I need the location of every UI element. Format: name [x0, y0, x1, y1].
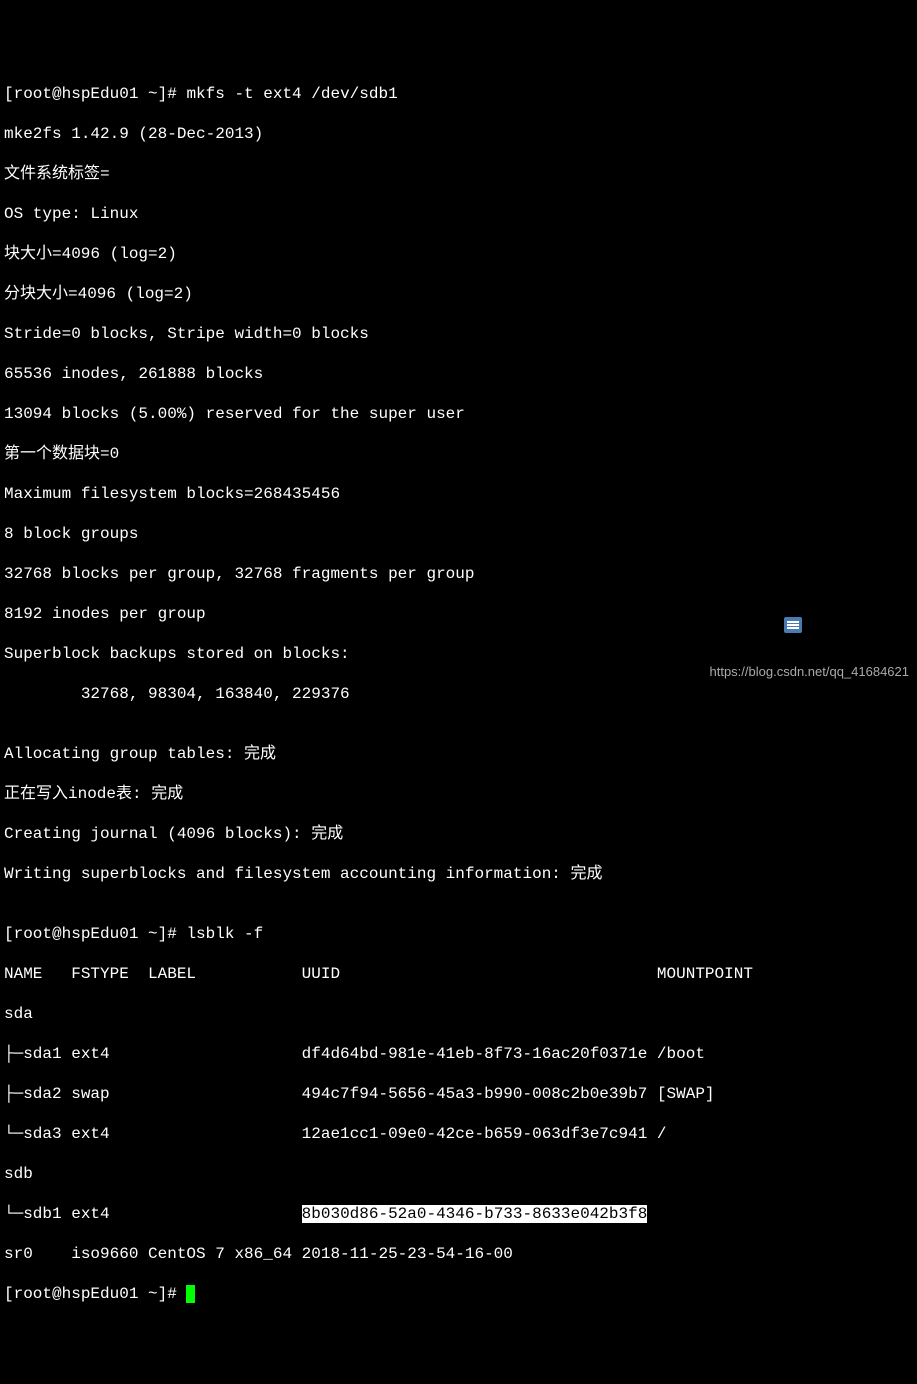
lsblk-row-sda3: └─sda3 ext4 12ae1cc1-09e0-42ce-b659-063d…	[4, 1124, 913, 1144]
prompt: [root@hspEdu01 ~]#	[4, 925, 186, 943]
prompt: [root@hspEdu01 ~]#	[4, 1285, 186, 1303]
lsblk-row-sda1: ├─sda1 ext4 df4d64bd-981e-41eb-8f73-16ac…	[4, 1044, 913, 1064]
output-line: mke2fs 1.42.9 (28-Dec-2013)	[4, 124, 913, 144]
output-line: 块大小=4096 (log=2)	[4, 244, 913, 264]
prompt-line-1: [root@hspEdu01 ~]# mkfs -t ext4 /dev/sdb…	[4, 84, 913, 104]
sdb1-suffix	[647, 1205, 657, 1223]
output-line: Writing superblocks and filesystem accou…	[4, 864, 913, 884]
lsblk-header: NAME FSTYPE LABEL UUID MOUNTPOINT	[4, 964, 913, 984]
output-line: Maximum filesystem blocks=268435456	[4, 484, 913, 504]
menu-icon	[784, 617, 802, 633]
output-line: 分块大小=4096 (log=2)	[4, 284, 913, 304]
output-line: Allocating group tables: 完成	[4, 744, 913, 764]
lsblk-row-sdb1: └─sdb1 ext4 8b030d86-52a0-4346-b733-8633…	[4, 1204, 913, 1224]
sdb1-prefix: └─sdb1 ext4	[4, 1205, 302, 1223]
output-line: 8 block groups	[4, 524, 913, 544]
output-line: OS type: Linux	[4, 204, 913, 224]
prompt-line-2: [root@hspEdu01 ~]# lsblk -f	[4, 924, 913, 944]
selected-uuid[interactable]: 8b030d86-52a0-4346-b733-8633e042b3f8	[302, 1205, 648, 1223]
output-line: 65536 inodes, 261888 blocks	[4, 364, 913, 384]
command-lsblk: lsblk -f	[186, 925, 263, 943]
output-line: 第一个数据块=0	[4, 444, 913, 464]
output-line: 13094 blocks (5.00%) reserved for the su…	[4, 404, 913, 424]
output-line: Stride=0 blocks, Stripe width=0 blocks	[4, 324, 913, 344]
output-line: 正在写入inode表: 完成	[4, 784, 913, 804]
lsblk-row-sda: sda	[4, 1004, 913, 1024]
output-line: 文件系统标签=	[4, 164, 913, 184]
prompt-line-3[interactable]: [root@hspEdu01 ~]#	[4, 1284, 913, 1304]
output-line: 32768, 98304, 163840, 229376	[4, 684, 913, 704]
lsblk-row-sda2: ├─sda2 swap 494c7f94-5656-45a3-b990-008c…	[4, 1084, 913, 1104]
lsblk-row-sdb: sdb	[4, 1164, 913, 1184]
output-line: Superblock backups stored on blocks:	[4, 644, 913, 664]
output-line: Creating journal (4096 blocks): 完成	[4, 824, 913, 844]
output-line: 8192 inodes per group	[4, 604, 913, 624]
command-mkfs: mkfs -t ext4 /dev/sdb1	[186, 85, 397, 103]
cursor[interactable]	[186, 1285, 195, 1303]
prompt: [root@hspEdu01 ~]#	[4, 85, 186, 103]
watermark: https://blog.csdn.net/qq_41684621	[710, 664, 910, 680]
output-line: 32768 blocks per group, 32768 fragments …	[4, 564, 913, 584]
lsblk-row-sr0: sr0 iso9660 CentOS 7 x86_64 2018-11-25-2…	[4, 1244, 913, 1264]
